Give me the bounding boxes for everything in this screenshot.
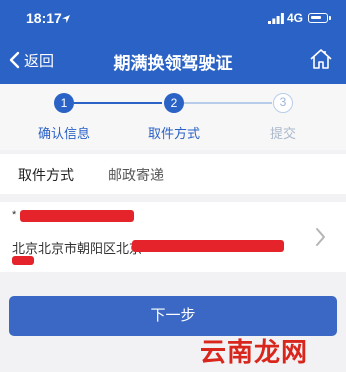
redacted-address-detail xyxy=(132,240,284,252)
page-title: 期满换领驾驶证 xyxy=(113,54,233,73)
required-star: * xyxy=(12,209,17,221)
step-3-circle: 3 xyxy=(273,93,293,113)
status-time: 18:17 xyxy=(26,10,62,26)
redacted-address-tail xyxy=(12,256,34,265)
address-text: 北京北京市朝阳区北京 xyxy=(12,241,143,256)
top-bar: 18:17 4G 返回 期满换领驾驶证 xyxy=(0,0,346,84)
network-type: 4G xyxy=(287,11,304,25)
pickup-method-value: 邮政寄递 xyxy=(108,167,164,183)
step-2-circle: 2 xyxy=(164,93,184,113)
step-connector-2 xyxy=(184,102,272,104)
redacted-recipient xyxy=(20,210,134,222)
home-icon[interactable] xyxy=(309,47,333,71)
step-progress: 1 2 3 确认信息 取件方式 提交 xyxy=(0,84,346,150)
location-arrow-icon xyxy=(62,15,70,23)
step-1-label: 确认信息 xyxy=(37,126,90,141)
next-step-button[interactable]: 下一步 xyxy=(9,296,337,336)
step-3-label: 提交 xyxy=(269,126,296,141)
step-1-circle: 1 xyxy=(54,93,74,113)
pickup-method-label: 取件方式 xyxy=(18,167,74,183)
signal-icon xyxy=(268,13,284,24)
battery-icon xyxy=(308,13,331,23)
address-card[interactable]: * 北京北京市朝阳区北京 xyxy=(0,202,346,272)
step-connector-1 xyxy=(74,102,162,104)
chevron-right-icon[interactable] xyxy=(314,227,326,247)
pickup-method-row: 取件方式 邮政寄递 xyxy=(0,154,346,194)
step-2-label: 取件方式 xyxy=(147,126,200,141)
watermark: 云南龙网 xyxy=(200,337,309,367)
